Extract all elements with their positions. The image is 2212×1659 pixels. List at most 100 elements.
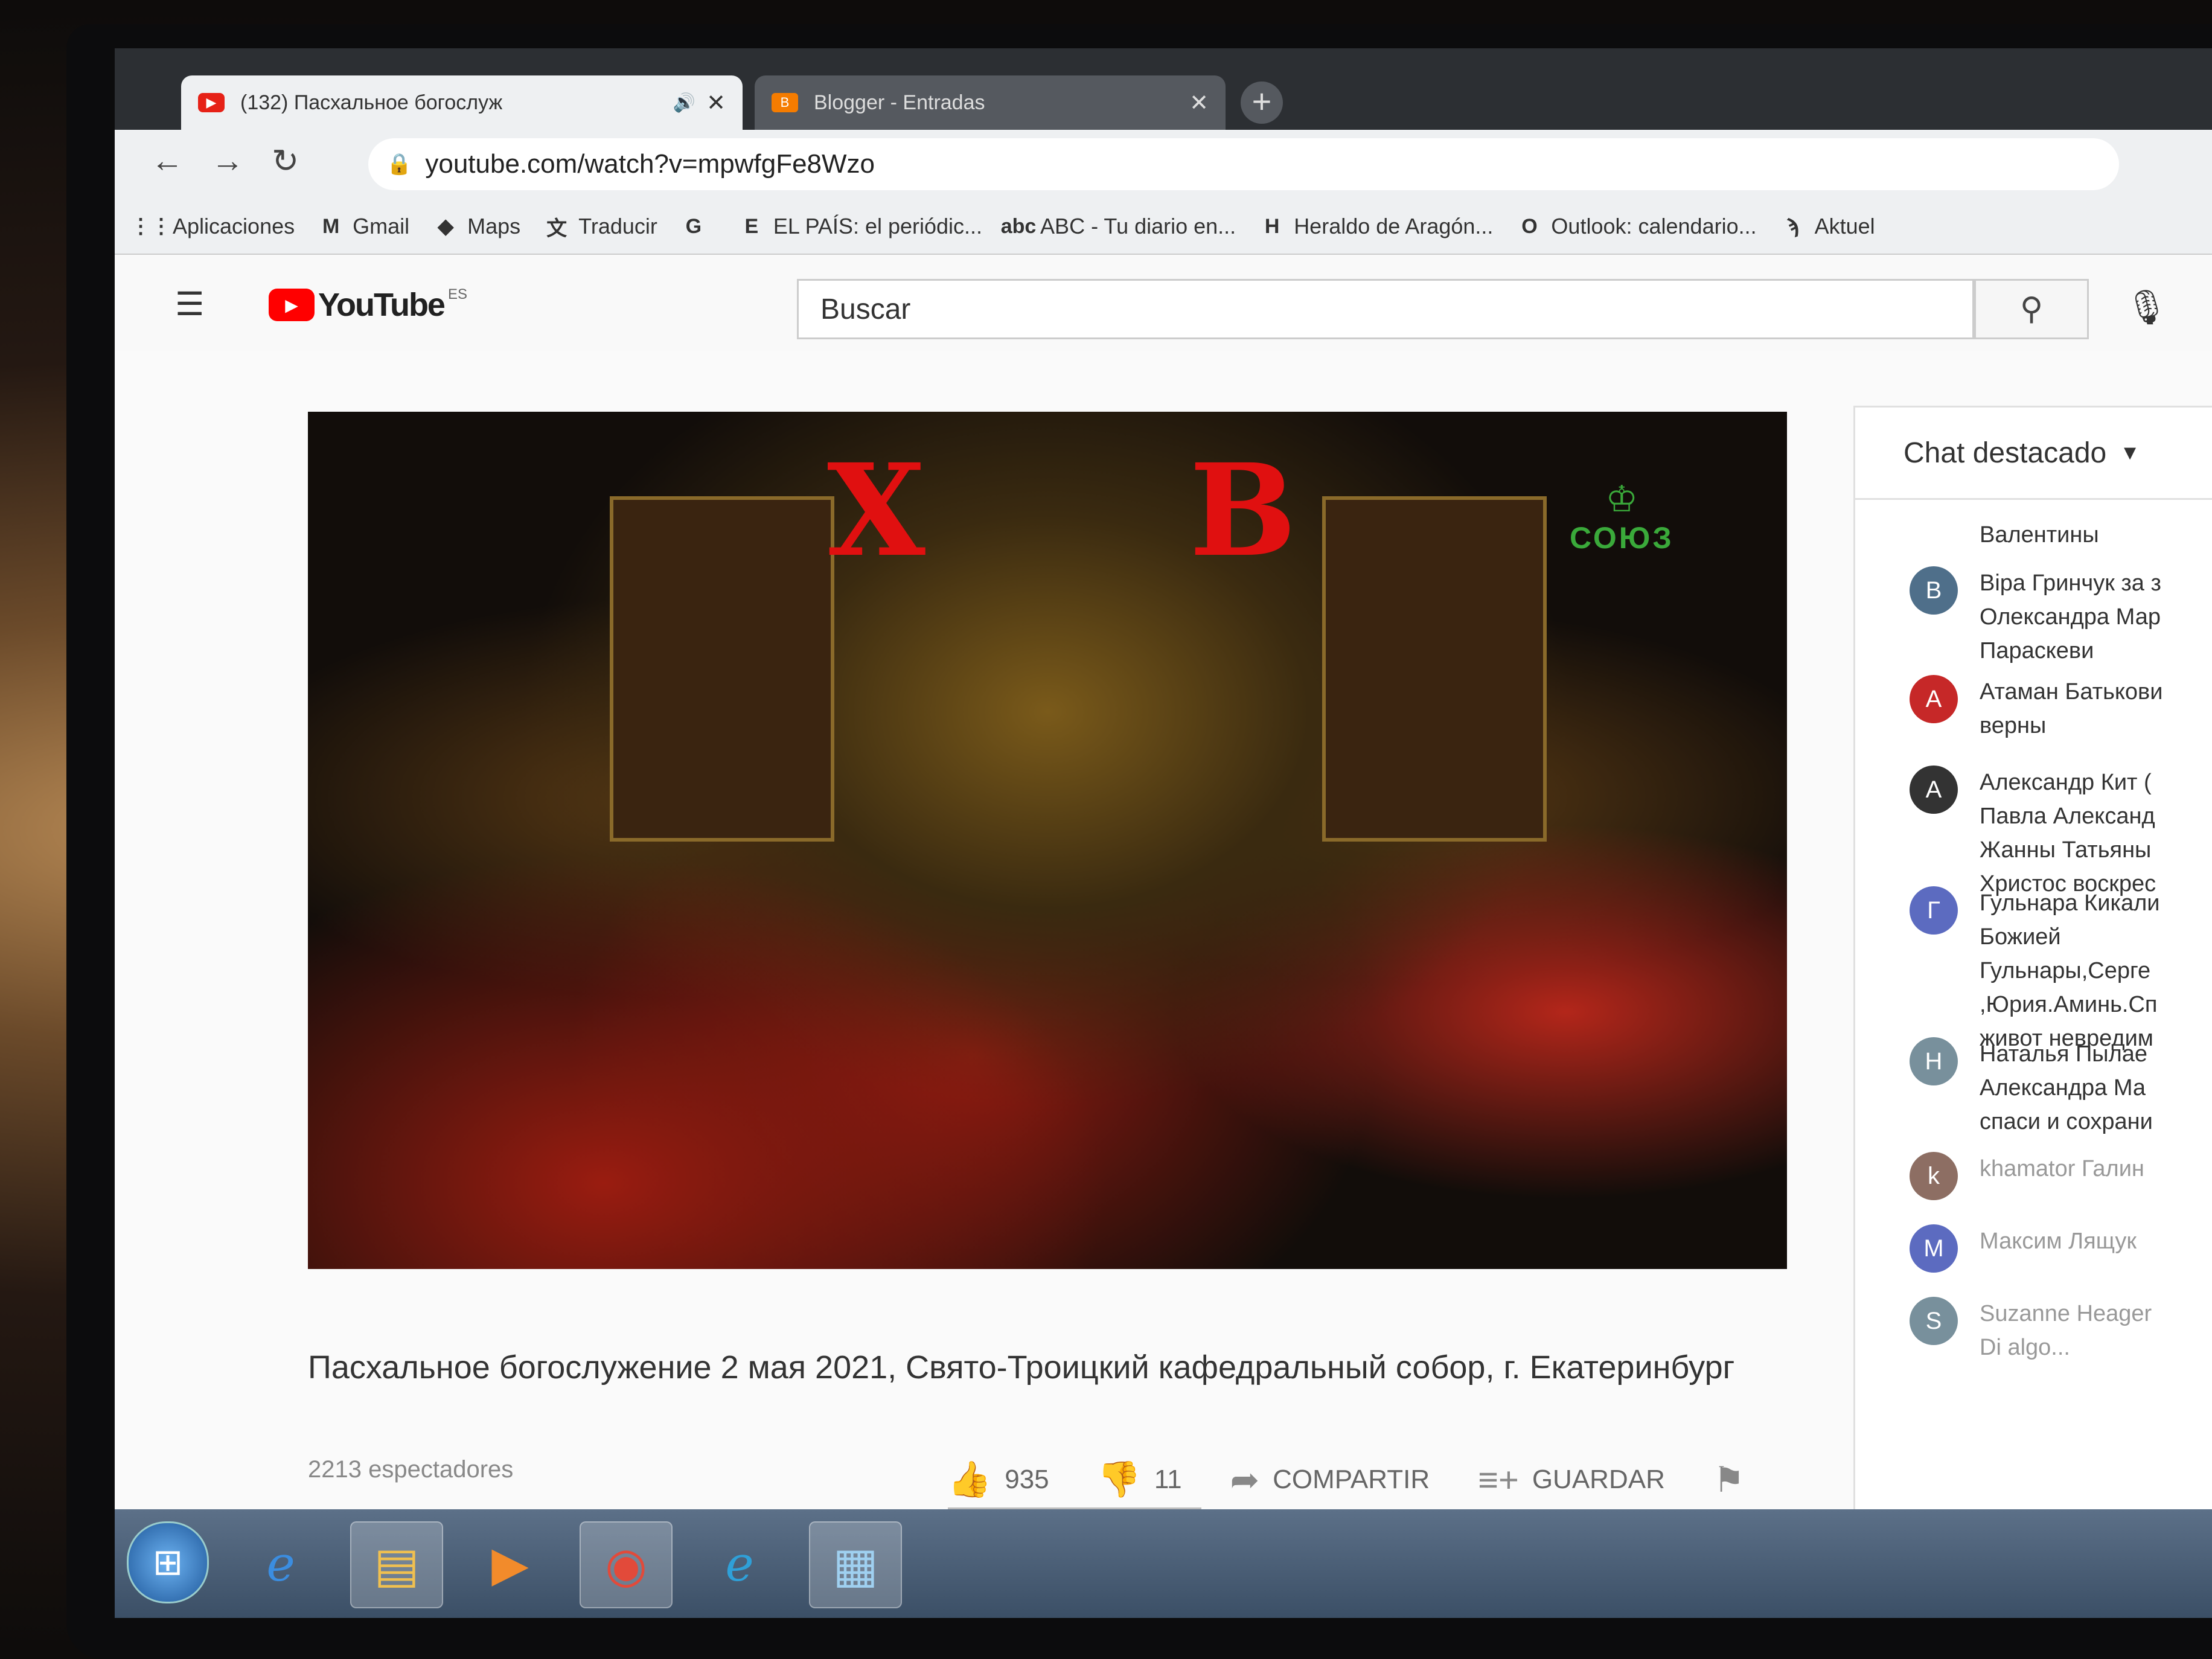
chat-message-line: ,Юрия.Аминь.Сп (1980, 992, 2158, 1017)
chat-message-line: Павла Александ (1980, 804, 2155, 829)
bookmark-apps-grid[interactable]: ⋮⋮ Aplicaciones (130, 214, 295, 239)
like-button[interactable]: 👍 935 (948, 1459, 1049, 1500)
chat-message[interactable]: k khamator Галин (1910, 1152, 2144, 1200)
chat-message[interactable]: S Suzanne Heager Di algo... (1910, 1297, 2152, 1364)
bookmark-label: Heraldo de Aragón... (1294, 214, 1494, 238)
speaker-icon[interactable]: 🔊 (673, 92, 695, 113)
bookmark-maps[interactable]: ◆ Maps (433, 214, 520, 239)
tab-blogger[interactable]: B Blogger - Entradas ✕ (755, 75, 1226, 130)
tab-youtube[interactable]: ▶ (132) Пасхальное богослуж 🔊 ✕ (181, 75, 743, 130)
chat-message[interactable]: М Максим Лящук (1910, 1224, 2137, 1273)
bookmarks-bar: ⋮⋮ Aplicaciones M Gmail ◆ Maps 文 Traducir G E EL P… (115, 199, 2212, 255)
chat-header-label: Chat destacado (1904, 436, 2107, 469)
chat-message-line: khamator Галин (1980, 1156, 2144, 1181)
chat-message-line: Suzanne Heager (1980, 1301, 2152, 1326)
share-button[interactable]: ➦ COMPARTIR (1230, 1459, 1430, 1500)
search-input[interactable]: Buscar (797, 279, 1974, 339)
chat-message[interactable]: А Атаман Батькови верны (1910, 675, 2162, 743)
bookmark-label: Maps (467, 214, 521, 238)
bookmark-label: Outlook: calendario... (1551, 214, 1757, 238)
easter-letter-right: В (1189, 436, 1297, 585)
region-code: ES (447, 286, 467, 302)
chat-message-text: Атаман Батькови верны (1980, 675, 2162, 743)
bookmark-label: Aktuel (1814, 214, 1875, 238)
abc-icon: abc (1000, 214, 1037, 238)
bookmark-translate[interactable]: 文 Traducir (545, 214, 657, 240)
heraldo-icon: H (1264, 214, 1280, 238)
avatar: Н (1910, 1037, 1958, 1085)
bookmark-label: Gmail (353, 214, 410, 238)
youtube-wordmark: YouTube (318, 287, 446, 323)
chat-message[interactable]: В Віра Гринчук за з Олександра Мар Параскев… (1910, 566, 2161, 668)
apps-grid-icon: ⋮⋮ (130, 215, 171, 238)
bookmark-google[interactable]: G (682, 215, 715, 238)
search-button[interactable]: ⚲ (1974, 279, 2089, 339)
chat-message-line: Di algo... (1980, 1335, 2070, 1360)
gmail-icon: M (322, 214, 340, 238)
youtube-logo[interactable]: ▶ YouTube ES (269, 286, 467, 324)
avatar: М (1910, 1224, 1958, 1273)
chat-message[interactable]: Г Гульнара Кикали Божией Гульнары,Серге ,Юри… (1910, 886, 2159, 1055)
chat-message-line: Гульнара Кикали (1980, 890, 2160, 916)
avatar: В (1910, 566, 1958, 615)
chat-message-text: Валентины (1980, 518, 2099, 566)
outlook-icon: O (1521, 214, 1538, 238)
icon-painting-left (610, 496, 834, 842)
blogger-favicon-icon: B (772, 93, 798, 112)
forward-icon[interactable]: → (211, 142, 244, 179)
share-label: COMPARTIR (1273, 1465, 1430, 1494)
save-button[interactable]: ≡+ GUARDAR (1478, 1460, 1665, 1500)
avatar: А (1910, 766, 1958, 814)
new-tab-button[interactable]: + (1241, 82, 1283, 124)
video-player[interactable]: Х В ♔ СОЮЗ (308, 412, 1787, 1269)
close-tab-icon[interactable]: ✕ (1189, 89, 1209, 117)
flag-icon: ⚑ (1713, 1460, 1745, 1500)
address-bar[interactable]: 🔒 youtube.com/watch?v=mpwfgFe8Wzo (368, 138, 2119, 190)
dislike-button[interactable]: 👎 11 (1098, 1459, 1182, 1500)
dislike-count: 11 (1154, 1465, 1182, 1494)
reload-icon[interactable]: ↻ (272, 142, 299, 180)
lock-icon[interactable]: 🔒 (386, 152, 412, 176)
chat-message-line: Атаман Батькови (1980, 679, 2163, 705)
edge-icon[interactable]: ℯ (694, 1521, 785, 1606)
url-text: youtube.com/watch?v=mpwfgFe8Wzo (425, 149, 875, 179)
chevron-down-icon: ▼ (2120, 441, 2140, 464)
chat-message[interactable]: Валентины (1910, 518, 2099, 566)
crown-icon: ♔ (1605, 479, 1638, 519)
bookmark-heraldo[interactable]: H Heraldo de Aragón... (1260, 214, 1494, 239)
youtube-masthead: ☰ ▶ YouTube ES Buscar ⚲ 🎙 (115, 255, 2212, 351)
chat-message[interactable]: Н Наталья Пылае Александра Ма спаси и сохра… (1910, 1037, 2153, 1139)
chat-message-line: Жанны Татьяны (1980, 837, 2152, 863)
start-button[interactable]: ⊞ (127, 1521, 209, 1603)
back-icon[interactable]: ← (151, 142, 184, 179)
bookmark-elpais[interactable]: E EL PAÍS: el periódic... (740, 214, 983, 239)
bookmark-aktuel[interactable]: ϡ Aktuel (1781, 214, 1875, 239)
windows-taskbar: ⊞ ℯ ▤ ▶ ◉ ℯ ▦ (115, 1509, 2212, 1618)
browser-toolbar: ← → ↻ 🔒 youtube.com/watch?v=mpwfgFe8Wzo (115, 130, 2212, 199)
internet-explorer-icon[interactable]: ℯ (235, 1521, 326, 1606)
avatar: S (1910, 1297, 1958, 1345)
bookmark-abc[interactable]: abc ABC - Tu diario en... (1000, 214, 1236, 239)
search-icon: ⚲ (2019, 292, 2044, 327)
close-tab-icon[interactable]: ✕ (706, 89, 726, 117)
bookmark-gmail[interactable]: M Gmail (319, 214, 409, 239)
like-count: 935 (1005, 1465, 1049, 1494)
file-explorer-icon[interactable]: ▤ (350, 1521, 443, 1608)
chat-mode-dropdown[interactable]: Chat destacado ▼ (1855, 408, 2212, 500)
translate-icon: 文 (546, 217, 567, 240)
chrome-icon[interactable]: ◉ (580, 1521, 673, 1608)
tab-title: Blogger - Entradas (814, 91, 985, 114)
media-player-icon[interactable]: ▶ (465, 1521, 555, 1606)
hamburger-menu-icon[interactable]: ☰ (175, 285, 209, 323)
microphone-icon[interactable]: 🎙 (2125, 287, 2168, 327)
bookmark-outlook[interactable]: O Outlook: calendario... (1517, 214, 1756, 239)
control-panel-icon[interactable]: ▦ (809, 1521, 902, 1608)
viewer-count: 2213 espectadores (308, 1456, 514, 1483)
chat-message-line: верны (1980, 713, 2047, 738)
chat-message-text: khamator Галин (1980, 1152, 2144, 1200)
save-label: GUARDAR (1532, 1465, 1665, 1494)
avatar: k (1910, 1152, 1958, 1200)
chat-message-text: Наталья Пылае Александра Ма спаси и сохран… (1980, 1037, 2153, 1139)
chat-message[interactable]: А Александр Кит (Павла Александ Жанны Тать… (1910, 766, 2156, 901)
report-button[interactable]: ⚑ (1713, 1459, 1758, 1500)
